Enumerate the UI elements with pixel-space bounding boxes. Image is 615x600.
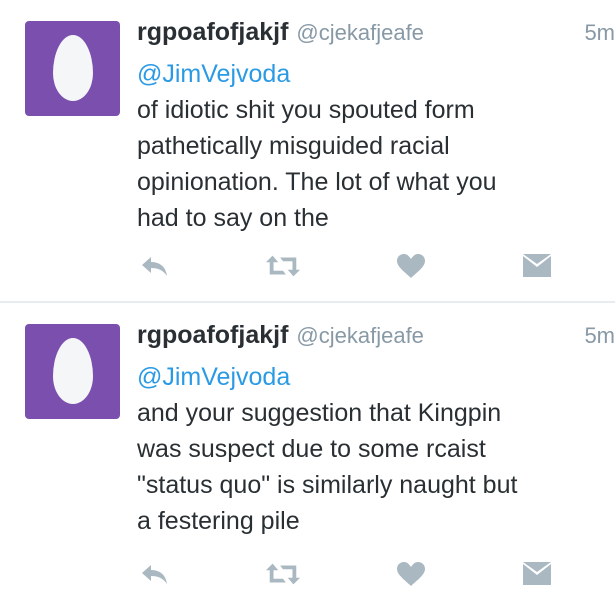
- tweet-text-line: had to say on the: [137, 204, 329, 232]
- timeline: rgpoafofjakjf @cjekafjeafe 5m @JimVejvoda…: [0, 0, 615, 600]
- direct-message-icon: [523, 254, 551, 277]
- avatar[interactable]: [25, 21, 120, 116]
- tweet-text-line: of idiotic shit you spouted form: [137, 96, 475, 124]
- tweet-text: @JimVejvoda and your suggestion that Kin…: [137, 359, 607, 539]
- tweet-actions: [137, 250, 597, 282]
- like-button[interactable]: [393, 250, 429, 282]
- reply-button[interactable]: [137, 558, 173, 590]
- avatar[interactable]: [25, 324, 120, 419]
- tweet-text: @JimVejvoda of idiotic shit you spouted …: [137, 56, 607, 236]
- tweet-text-line: a festering pile: [137, 507, 300, 535]
- timestamp[interactable]: 5m: [584, 323, 615, 349]
- tweet-text-line: opinionation. The lot of what you: [137, 168, 497, 196]
- screen-name[interactable]: @cjekafjeafe: [296, 323, 424, 348]
- mention-link[interactable]: @JimVejvoda: [137, 359, 607, 395]
- tweet-text-line: pathetically misguided racial: [137, 132, 450, 160]
- retweet-icon: [265, 255, 301, 277]
- tweet-header: rgpoafofjakjf @cjekafjeafe 5m: [137, 18, 615, 50]
- default-egg-icon: [53, 35, 93, 101]
- tweet-text-line: and your suggestion that Kingpin: [137, 399, 502, 427]
- like-button[interactable]: [393, 558, 429, 590]
- direct-message-button[interactable]: [519, 558, 555, 590]
- retweet-button[interactable]: [265, 558, 301, 590]
- direct-message-button[interactable]: [519, 250, 555, 282]
- tweet-text-line: "status quo" is similarly naught but: [137, 471, 518, 499]
- tweet-header: rgpoafofjakjf @cjekafjeafe 5m: [137, 321, 615, 353]
- tweet[interactable]: rgpoafofjakjf @cjekafjeafe 5m @JimVejvoda…: [0, 0, 615, 301]
- like-icon: [397, 562, 425, 586]
- screen-name[interactable]: @cjekafjeafe: [296, 20, 424, 45]
- reply-icon: [142, 565, 167, 584]
- reply-button[interactable]: [137, 250, 173, 282]
- mention-link[interactable]: @JimVejvoda: [137, 56, 607, 92]
- retweet-button[interactable]: [265, 250, 301, 282]
- default-egg-icon: [53, 338, 93, 404]
- display-name[interactable]: rgpoafofjakjf: [137, 18, 288, 46]
- reply-icon: [142, 257, 167, 276]
- timestamp[interactable]: 5m: [584, 20, 615, 46]
- tweet-actions: [137, 558, 597, 590]
- tweet-text-line: was suspect due to some rcaist: [137, 435, 486, 463]
- direct-message-icon: [523, 562, 551, 585]
- tweet[interactable]: rgpoafofjakjf @cjekafjeafe 5m @JimVejvoda…: [0, 303, 615, 600]
- like-icon: [397, 254, 425, 278]
- display-name[interactable]: rgpoafofjakjf: [137, 321, 288, 349]
- retweet-icon: [265, 563, 301, 585]
